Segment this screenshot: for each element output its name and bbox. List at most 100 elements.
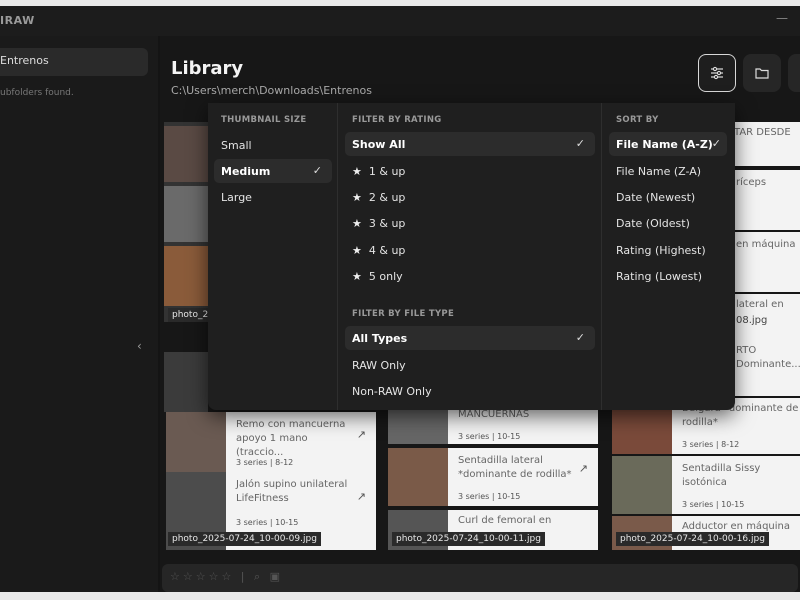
- sort-option-name-desc[interactable]: File Name (Z-A): [609, 159, 727, 183]
- minimize-icon[interactable]: —: [776, 11, 788, 25]
- photo-filename: photo_2025-07-24_10-00-16.jpg: [616, 532, 769, 546]
- photo-thumbnail: [164, 126, 208, 182]
- option-label: 4 & up: [368, 243, 406, 257]
- exercise-title: RTO Dominante...: [736, 345, 800, 370]
- star-icon: ★: [352, 190, 362, 204]
- sort-option-date-newest[interactable]: Date (Newest): [609, 185, 727, 209]
- library-path: C:\Users\merch\Downloads\Entrenos: [171, 84, 372, 97]
- type-option-raw-only[interactable]: RAW Only: [345, 353, 595, 377]
- filter-rating-heading: FILTER BY RATING: [352, 115, 442, 125]
- page-title: Library: [171, 58, 244, 79]
- photo-thumbnail: [612, 456, 672, 514]
- check-icon: ✓: [575, 137, 585, 150]
- option-label: Small: [221, 138, 252, 152]
- exercise-card[interactable]: Sentadilla lateral *dominante de rodilla…: [388, 448, 598, 506]
- folder-icon: [755, 68, 769, 79]
- exercise-card[interactable]: MANCUERNAS 3 series | 10-15: [388, 404, 598, 444]
- thumbnail-option-small[interactable]: Small: [214, 133, 332, 157]
- exercise-title: Sentadilla Sissy isotónica: [682, 463, 761, 488]
- type-option-non-raw-only[interactable]: Non-RAW Only: [345, 379, 595, 403]
- exercise-title: Curl de femoral en: [458, 515, 552, 526]
- photo-filename: photo_2025-07-24_10-00-09.jpg: [168, 532, 321, 546]
- app-title: IRAW: [0, 14, 35, 27]
- option-label: 2 & up: [368, 190, 406, 204]
- collapse-sidebar-chevron-icon[interactable]: ‹: [137, 339, 142, 353]
- sort-option-date-oldest[interactable]: Date (Oldest): [609, 211, 727, 235]
- photo-filename: 08.jpg: [736, 315, 768, 326]
- sidebar: Entrenos ubfolders found. ‹: [0, 36, 158, 592]
- exercise-title: Sentadilla lateral *dominante de rodilla…: [458, 455, 572, 480]
- sort-option-rating-lowest[interactable]: Rating (Lowest): [609, 264, 727, 288]
- thumbnail-size-column: THUMBNAIL SIZE Small Medium ✓ Large: [208, 103, 338, 410]
- exercise-meta: 3 series | 10-15: [682, 500, 745, 509]
- open-arrow-icon[interactable]: ↗: [579, 462, 588, 475]
- rating-option-show-all[interactable]: Show All ✓: [345, 132, 595, 156]
- filter-column: FILTER BY RATING Show All ✓ ★ 1 & up ★ 2…: [339, 103, 602, 410]
- sort-option-rating-highest[interactable]: Rating (Highest): [609, 238, 727, 262]
- exercise-meta: 3 series | 10-15: [236, 518, 299, 527]
- check-icon: ✓: [575, 331, 585, 344]
- subfolders-status: ubfolders found.: [0, 88, 74, 98]
- type-option-all[interactable]: All Types ✓: [345, 326, 595, 350]
- star-icon: ★: [352, 216, 362, 230]
- exercise-meta: 3 series | 8-12: [236, 458, 294, 467]
- option-label: Date (Oldest): [616, 216, 690, 230]
- photo-thumbnail: [164, 246, 208, 306]
- option-label: 3 & up: [368, 216, 406, 230]
- photo-thumbnail: [166, 412, 226, 472]
- photo-filename: photo_2: [168, 308, 213, 322]
- photo-thumbnail: [388, 448, 448, 506]
- rating-option-4-up[interactable]: ★ 4 & up: [345, 238, 595, 262]
- sidebar-folder-label: Entrenos: [0, 54, 49, 67]
- sort-column: SORT BY File Name (A-Z) ✓ File Name (Z-A…: [603, 103, 735, 410]
- open-folder-button[interactable]: [743, 54, 781, 92]
- sidebar-folder-entrenos[interactable]: Entrenos: [0, 48, 148, 76]
- filter-sort-popup: THUMBNAIL SIZE Small Medium ✓ Large FILT…: [208, 103, 735, 410]
- exercise-title: Remo con mancuerna apoyo 1 mano (traccio…: [236, 419, 346, 458]
- sort-by-heading: SORT BY: [616, 115, 659, 125]
- option-label: File Name (A-Z): [616, 137, 713, 151]
- option-label: RAW Only: [352, 358, 406, 372]
- option-label: 5 only: [368, 269, 403, 283]
- option-label: 1 & up: [368, 164, 406, 178]
- exercise-title: ríceps: [736, 177, 767, 188]
- rating-option-1-up[interactable]: ★ 1 & up: [345, 159, 595, 183]
- star-icon: ★: [352, 269, 362, 283]
- filter-settings-button[interactable]: [698, 54, 736, 92]
- titlebar: IRAW —: [0, 6, 800, 36]
- option-label: Medium: [221, 164, 271, 178]
- rating-stars-icon[interactable]: ☆☆☆☆☆ | ⌕ ▣: [170, 570, 283, 584]
- thumbnail-option-medium[interactable]: Medium ✓: [214, 159, 332, 183]
- photo-tile[interactable]: [164, 352, 208, 412]
- sort-option-name-asc[interactable]: File Name (A-Z) ✓: [609, 132, 727, 156]
- check-icon: ✓: [312, 164, 322, 177]
- option-label: Large: [221, 190, 252, 204]
- app-window: IRAW — Entrenos ubfolders found. ‹ Libra…: [0, 6, 800, 592]
- rating-option-3-up[interactable]: ★ 3 & up: [345, 211, 595, 235]
- photo-thumbnail: [388, 404, 448, 444]
- option-label: Non-RAW Only: [352, 384, 432, 398]
- filter-type-heading: FILTER BY FILE TYPE: [352, 309, 455, 319]
- exercise-card[interactable]: Remo con mancuerna apoyo 1 mano (traccio…: [166, 412, 376, 472]
- check-icon: ✓: [711, 137, 721, 150]
- exercise-card[interactable]: Sentadilla Sissy isotónica 3 series | 10…: [612, 456, 800, 514]
- option-label: File Name (Z-A): [616, 164, 702, 178]
- thumbnail-size-heading: THUMBNAIL SIZE: [221, 115, 307, 125]
- exercise-meta: 3 series | 8-12: [682, 440, 740, 449]
- exercise-title: en máquina: [736, 239, 796, 250]
- rating-option-2-up[interactable]: ★ 2 & up: [345, 185, 595, 209]
- sliders-icon: [711, 66, 723, 80]
- option-label: Date (Newest): [616, 190, 696, 204]
- option-label: Show All: [352, 137, 406, 151]
- thumbnail-option-large[interactable]: Large: [214, 185, 332, 209]
- open-arrow-icon[interactable]: ↗: [357, 490, 366, 503]
- photo-filename: photo_2025-07-24_10-00-11.jpg: [392, 532, 545, 546]
- rating-option-5-only[interactable]: ★ 5 only: [345, 264, 595, 288]
- more-button[interactable]: [788, 54, 800, 92]
- exercise-title: MANCUERNAS: [458, 409, 530, 420]
- photo-tile[interactable]: [164, 122, 208, 322]
- option-label: Rating (Highest): [616, 243, 706, 257]
- option-label: Rating (Lowest): [616, 269, 703, 283]
- option-label: All Types: [352, 331, 408, 345]
- open-arrow-icon[interactable]: ↗: [357, 428, 366, 441]
